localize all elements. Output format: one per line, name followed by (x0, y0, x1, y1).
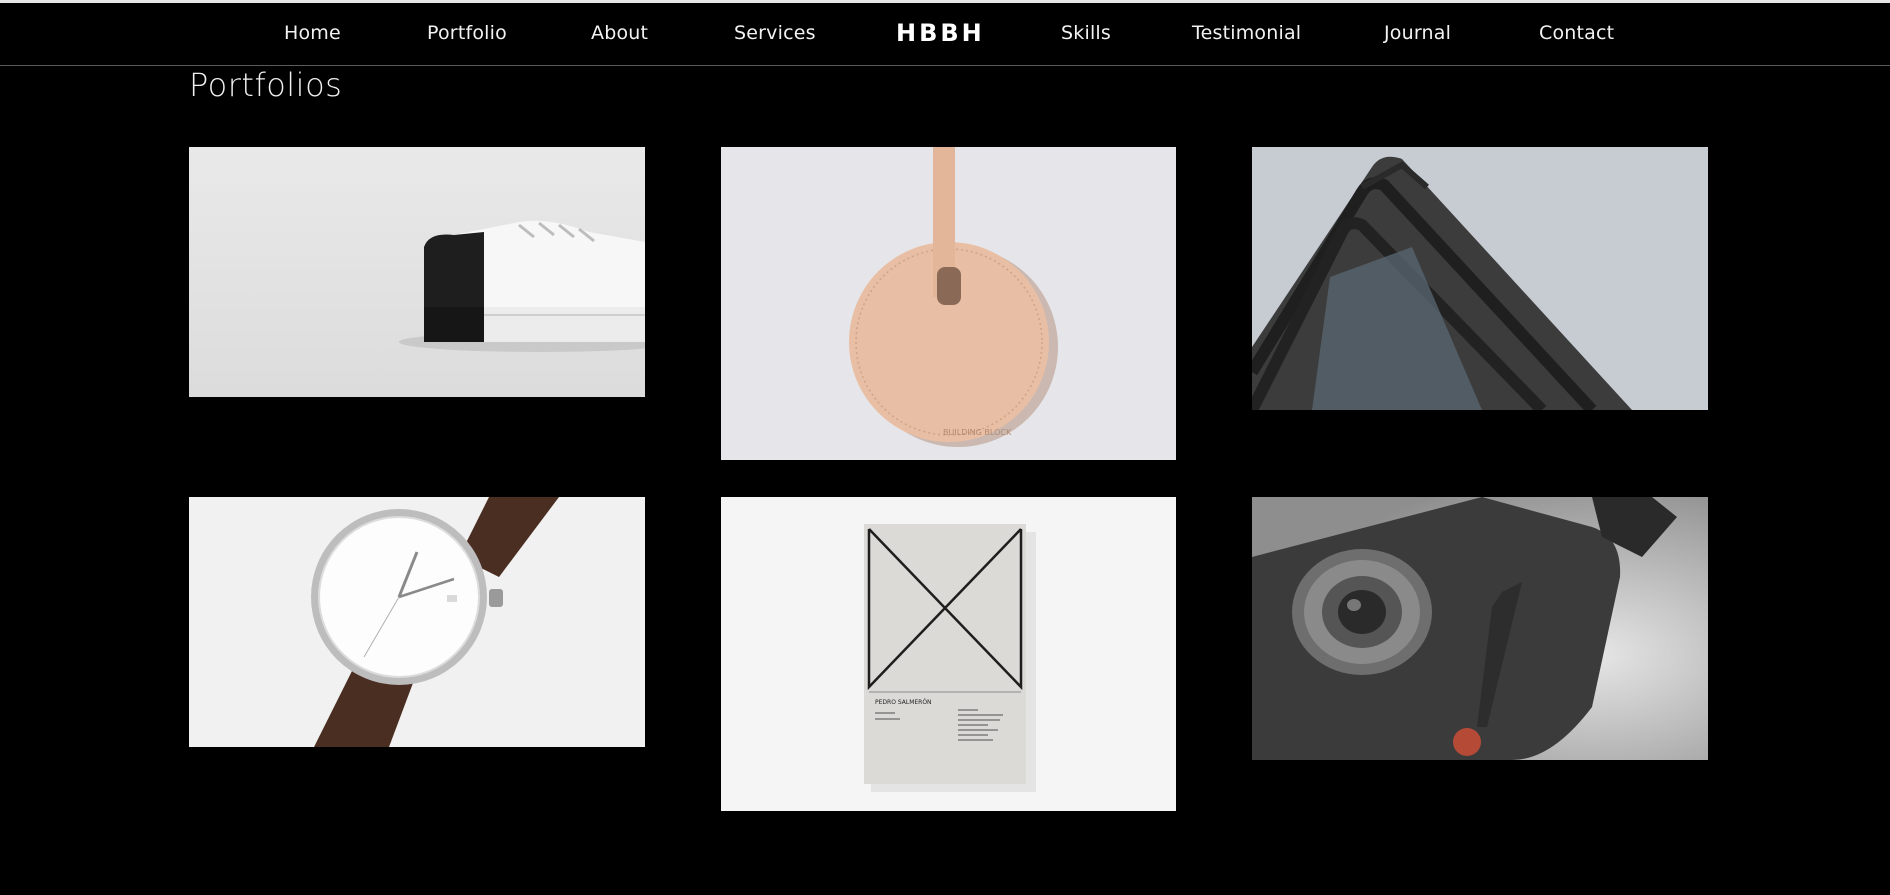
building-image (1252, 147, 1708, 410)
sneaker-image (189, 147, 645, 397)
book-cover-image: PEDRO SALMERÓN (721, 497, 1176, 811)
portfolio-item-watch[interactable] (189, 497, 645, 747)
nav-skills-link[interactable]: Skills (1061, 22, 1111, 44)
nav-about-link[interactable]: About (591, 22, 648, 44)
nav-journal-link[interactable]: Journal (1384, 22, 1451, 44)
nav-services-link[interactable]: Services (734, 22, 816, 44)
page-title: Portfolios (189, 66, 343, 104)
site-logo[interactable]: HBBH (896, 19, 985, 47)
portfolio-item-book-cover[interactable]: PEDRO SALMERÓN (721, 497, 1176, 811)
watch-image (189, 497, 645, 747)
navbar: Home Portfolio About Services HBBH Skill… (0, 3, 1890, 66)
portfolio-item-building[interactable] (1252, 147, 1708, 410)
nav-testimonial-link[interactable]: Testimonial (1192, 22, 1301, 44)
portfolio-item-camera[interactable] (1252, 497, 1708, 760)
book-cover-text: PEDRO SALMERÓN (875, 699, 932, 706)
nav-contact-link[interactable]: Contact (1539, 22, 1614, 44)
portfolio-item-leather-tag[interactable]: BUILDING BLOCK (721, 147, 1176, 460)
portfolio-item-sneaker[interactable] (189, 147, 645, 397)
nav-portfolio-link[interactable]: Portfolio (427, 22, 507, 44)
nav-home-link[interactable]: Home (284, 22, 341, 44)
leather-tag-image: BUILDING BLOCK (721, 147, 1176, 460)
leather-tag-text: BUILDING BLOCK (943, 428, 1012, 437)
camera-image (1252, 497, 1708, 760)
